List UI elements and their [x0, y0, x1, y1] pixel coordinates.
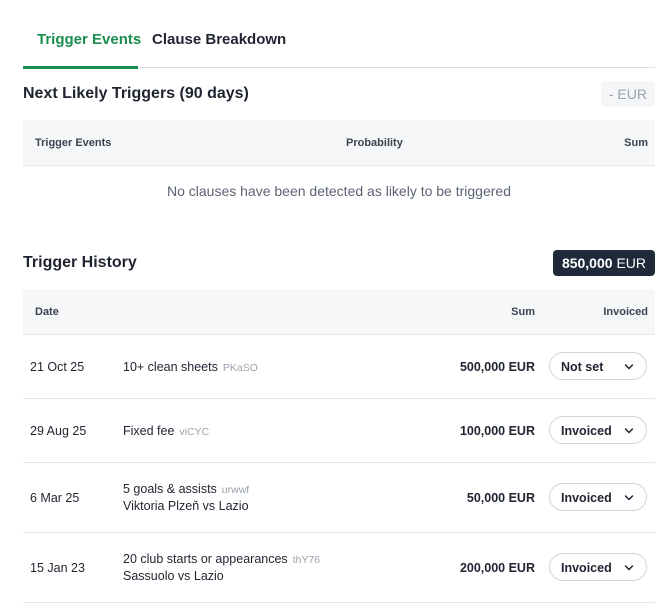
row-event-label: Fixed fee [123, 424, 175, 438]
row-sum: 100,000 EUR [459, 424, 535, 438]
invoice-status-value: Invoiced [561, 491, 612, 505]
row-event: Fixed fee viCYC [123, 424, 209, 438]
likely-triggers-title: Next Likely Triggers (90 days) [23, 85, 249, 102]
history-total-currency: EUR [616, 255, 646, 271]
col-sum: Sum [511, 306, 535, 318]
row-event-label: 20 club starts or appearances [123, 552, 288, 566]
row-date: 29 Aug 25 [30, 424, 87, 438]
row-event-code: urwwf [221, 484, 250, 496]
invoice-status-select[interactable]: Invoiced [549, 483, 647, 511]
row-event: 20 club starts or appearances thY76 [123, 552, 320, 566]
row-date: 21 Oct 25 [30, 360, 85, 374]
row-event-code: viCYC [179, 426, 210, 438]
active-tab-indicator [23, 66, 138, 69]
col-probability: Probability [346, 137, 403, 149]
col-invoiced: Invoiced [603, 306, 648, 318]
tab-trigger-events[interactable]: Trigger Events [37, 31, 141, 48]
likely-total-badge: - EUR [600, 81, 655, 107]
likely-table-header: Trigger Events Probability Sum [23, 120, 655, 166]
row-event-label: 5 goals & assists [123, 482, 217, 496]
row-event-code: thY76 [292, 554, 321, 566]
row-date: 15 Jan 23 [30, 561, 85, 575]
chevron-down-icon [624, 428, 634, 434]
row-match: Sassuolo vs Lazio [123, 569, 224, 583]
chevron-down-icon [624, 364, 634, 370]
col-sum: Sum [624, 137, 648, 149]
table-row: 6 Mar 25 5 goals & assists urwwf Viktoria… [23, 463, 655, 533]
table-row: 21 Oct 25 10+ clean sheets PKaSO 500,000 … [23, 335, 655, 399]
row-event-code: PKaSO [222, 362, 258, 374]
row-sum: 50,000 EUR [466, 491, 535, 505]
invoice-status-select[interactable]: Not set [549, 352, 647, 380]
row-event-label: 10+ clean sheets [123, 360, 218, 374]
col-trigger-events: Trigger Events [35, 137, 112, 149]
history-total-badge: 850,000 EUR [552, 250, 655, 276]
row-sum: 500,000 EUR [459, 360, 535, 374]
invoice-status-select[interactable]: Invoiced [549, 416, 647, 444]
invoice-status-select[interactable]: Invoiced [549, 553, 647, 581]
invoice-status-value: Invoiced [561, 561, 612, 575]
tab-clause-breakdown[interactable]: Clause Breakdown [152, 31, 286, 48]
invoice-status-value: Invoiced [561, 424, 612, 438]
tab-bar: Trigger Events Clause Breakdown [23, 0, 655, 69]
row-match: Viktoria Plzeň vs Lazio [123, 499, 249, 513]
col-date: Date [35, 306, 59, 318]
chevron-down-icon [624, 565, 634, 571]
row-sum: 200,000 EUR [459, 561, 535, 575]
row-date: 6 Mar 25 [30, 491, 80, 505]
invoice-status-value: Not set [561, 360, 604, 374]
trigger-history-title: Trigger History [23, 254, 137, 271]
chevron-down-icon [624, 495, 634, 501]
table-row: 15 Jan 23 20 club starts or appearances t… [23, 533, 655, 603]
empty-state-message: No clauses have been detected as likely … [167, 183, 511, 199]
row-event: 10+ clean sheets PKaSO [123, 360, 258, 374]
row-event: 5 goals & assists urwwf [123, 482, 249, 496]
history-table-header: Date Sum Invoiced [23, 289, 655, 335]
table-row: 29 Aug 25 Fixed fee viCYC 100,000 EUR Inv… [23, 399, 655, 463]
history-total-amount: 850,000 [561, 255, 613, 271]
